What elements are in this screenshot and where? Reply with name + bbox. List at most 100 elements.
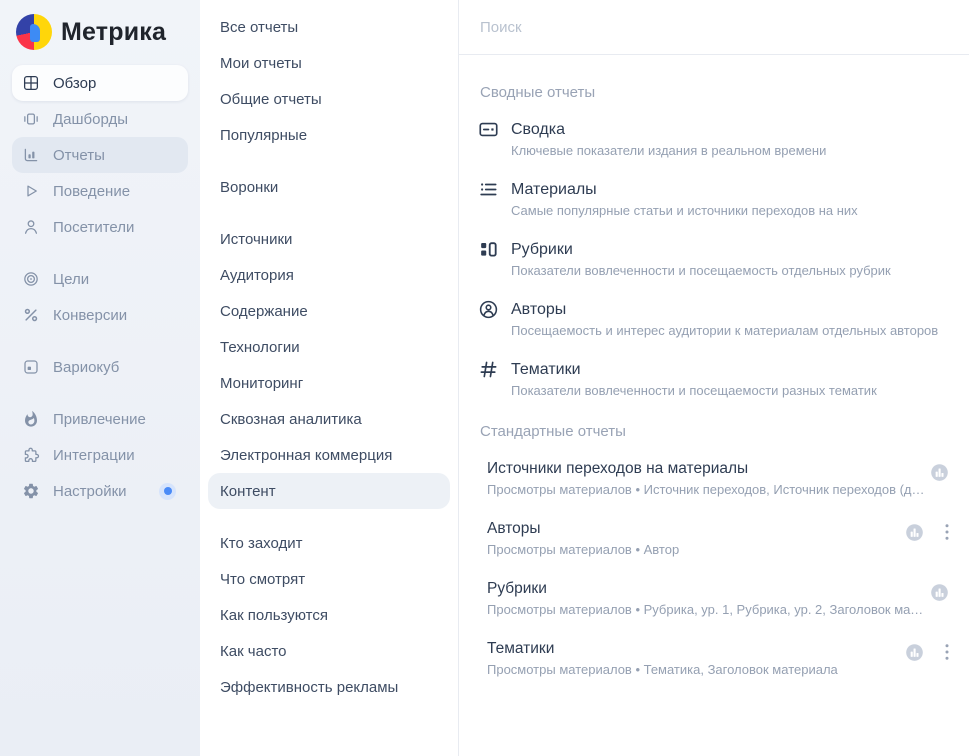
sidebar-item-label: Цели bbox=[53, 271, 89, 288]
kebab-menu-icon[interactable] bbox=[935, 640, 959, 664]
category-item-label: Мониторинг bbox=[220, 375, 303, 392]
sidebar-item-label: Обзор bbox=[53, 75, 96, 92]
blocks-icon bbox=[478, 239, 502, 263]
category-item-label: Контент bbox=[220, 483, 276, 500]
report-title: Авторы bbox=[511, 300, 938, 320]
report-description: Просмотры материалов • Автор bbox=[487, 541, 679, 558]
category-item-funnels[interactable]: Воронки bbox=[208, 169, 450, 205]
report-description: Показатели вовлеченности и посещаемости … bbox=[511, 382, 877, 399]
report-chart-icon[interactable] bbox=[927, 580, 951, 604]
category-item-my-reports[interactable]: Мои отчеты bbox=[208, 45, 450, 81]
person-icon bbox=[21, 218, 40, 237]
sidebar-item-integrations[interactable]: Интеграции bbox=[12, 437, 188, 473]
report-chart-icon[interactable] bbox=[902, 520, 926, 544]
logo[interactable]: Метрика bbox=[0, 12, 200, 52]
search-input[interactable] bbox=[459, 19, 969, 36]
section-list: Сводка Ключевые показатели издания в реа… bbox=[459, 120, 969, 399]
report-description: Самые популярные статьи и источники пере… bbox=[511, 202, 858, 219]
report-sections: Сводные отчеты Сводка Ключевые показател… bbox=[459, 84, 969, 678]
category-item-monitoring[interactable]: Мониторинг bbox=[208, 365, 450, 401]
grid-icon bbox=[21, 74, 40, 93]
category-item-ad-effectiveness[interactable]: Эффективность рекламы bbox=[208, 669, 450, 705]
category-item-label: Содержание bbox=[220, 303, 308, 320]
summary-report-materials[interactable]: Материалы Самые популярные статьи и исто… bbox=[478, 180, 957, 219]
report-title: Тематики bbox=[511, 360, 877, 380]
sidebar-item-visitors[interactable]: Посетители bbox=[12, 209, 188, 245]
standard-report-material-traffic-sources[interactable]: Источники переходов на материалы Просмот… bbox=[487, 459, 963, 498]
category-item-content[interactable]: Контент bbox=[208, 473, 450, 509]
summary-report-rubrics[interactable]: Рубрики Показатели вовлеченности и посещ… bbox=[478, 240, 957, 279]
sidebar-item-label: Настройки bbox=[53, 483, 127, 500]
category-item-who-visits[interactable]: Кто заходит bbox=[208, 525, 450, 561]
sidebar-item-behavior[interactable]: Поведение bbox=[12, 173, 188, 209]
category-item-popular[interactable]: Популярные bbox=[208, 117, 450, 153]
row-actions bbox=[927, 460, 969, 484]
report-title: Материалы bbox=[511, 180, 858, 200]
sidebar-item-goals[interactable]: Цели bbox=[12, 261, 188, 297]
report-description: Просмотры материалов • Рубрика, ур. 1, Р… bbox=[487, 601, 927, 618]
category-item-label: Кто заходит bbox=[220, 535, 303, 552]
sidebar-item-variocube[interactable]: Вариокуб bbox=[12, 349, 188, 385]
bar-chart-icon bbox=[21, 146, 40, 165]
gear-icon bbox=[21, 482, 40, 501]
category-item-contents[interactable]: Содержание bbox=[208, 293, 450, 329]
summary-report-authors[interactable]: Авторы Посещаемость и интерес аудитории … bbox=[478, 300, 957, 339]
kebab-menu-icon[interactable] bbox=[960, 580, 969, 604]
reports-panel: Сводные отчеты Сводка Ключевые показател… bbox=[459, 0, 969, 756]
percent-icon bbox=[21, 306, 40, 325]
sidebar-item-label: Вариокуб bbox=[53, 359, 119, 376]
summary-report-summary[interactable]: Сводка Ключевые показатели издания в реа… bbox=[478, 120, 957, 159]
category-item-cross-analytics[interactable]: Сквозная аналитика bbox=[208, 401, 450, 437]
category-item-label: Как пользуются bbox=[220, 607, 328, 624]
category-item-what-they-view[interactable]: Что смотрят bbox=[208, 561, 450, 597]
category-item-label: Эффективность рекламы bbox=[220, 679, 398, 696]
sidebar-item-conversions[interactable]: Конверсии bbox=[12, 297, 188, 333]
metrika-logo-icon bbox=[16, 14, 52, 50]
category-item-label: Мои отчеты bbox=[220, 55, 302, 72]
category-item-technologies[interactable]: Технологии bbox=[208, 329, 450, 365]
sidebar-item-dashboards[interactable]: Дашборды bbox=[12, 101, 188, 137]
kebab-menu-icon[interactable] bbox=[960, 460, 969, 484]
category-item-label: Электронная коммерция bbox=[220, 447, 392, 464]
sidebar: Метрика Обзор Дашборды Отчеты Поведение … bbox=[0, 0, 200, 756]
sidebar-item-settings[interactable]: Настройки bbox=[12, 473, 188, 509]
sidebar-item-acquisition[interactable]: Привлечение bbox=[12, 401, 188, 437]
standard-report-topics[interactable]: Тематики Просмотры материалов • Тематика… bbox=[487, 639, 963, 678]
category-item-all-reports[interactable]: Все отчеты bbox=[208, 9, 450, 45]
report-chart-icon[interactable] bbox=[927, 460, 951, 484]
standard-report-rubrics[interactable]: Рубрики Просмотры материалов • Рубрика, … bbox=[487, 579, 963, 618]
play-icon bbox=[21, 182, 40, 201]
summary-report-topics[interactable]: Тематики Показатели вовлеченности и посе… bbox=[478, 360, 957, 399]
category-item-sources[interactable]: Источники bbox=[208, 221, 450, 257]
category-item-ecommerce[interactable]: Электронная коммерция bbox=[208, 437, 450, 473]
list-icon bbox=[478, 179, 502, 203]
hash-icon bbox=[478, 359, 502, 383]
report-section: Сводные отчеты Сводка Ключевые показател… bbox=[459, 84, 969, 399]
row-actions bbox=[927, 580, 969, 604]
category-item-how-they-use[interactable]: Как пользуются bbox=[208, 597, 450, 633]
sidebar-item-overview[interactable]: Обзор bbox=[12, 65, 188, 101]
categories-nav: Все отчеты Мои отчеты Общие отчеты Попул… bbox=[200, 0, 459, 756]
report-chart-icon[interactable] bbox=[902, 640, 926, 664]
sidebar-item-label: Конверсии bbox=[53, 307, 127, 324]
sidebar-item-label: Дашборды bbox=[53, 111, 128, 128]
sidebar-item-label: Отчеты bbox=[53, 147, 105, 164]
category-item-audience[interactable]: Аудитория bbox=[208, 257, 450, 293]
author-circle-icon bbox=[478, 299, 502, 323]
category-item-label: Все отчеты bbox=[220, 19, 298, 36]
standard-report-authors[interactable]: Авторы Просмотры материалов • Автор bbox=[487, 519, 963, 558]
target-icon bbox=[21, 270, 40, 289]
summary-card-icon bbox=[478, 119, 502, 143]
dashboards-icon bbox=[21, 110, 40, 129]
category-item-label: Как часто bbox=[220, 643, 287, 660]
metrika-app: Метрика Обзор Дашборды Отчеты Поведение … bbox=[0, 0, 969, 756]
sidebar-item-reports[interactable]: Отчеты bbox=[12, 137, 188, 173]
kebab-menu-icon[interactable] bbox=[935, 520, 959, 544]
category-item-label: Общие отчеты bbox=[220, 91, 322, 108]
category-item-common-reports[interactable]: Общие отчеты bbox=[208, 81, 450, 117]
row-actions bbox=[902, 640, 963, 664]
puzzle-icon bbox=[21, 446, 40, 465]
category-item-how-often[interactable]: Как часто bbox=[208, 633, 450, 669]
search-bar bbox=[459, 0, 969, 55]
report-description: Посещаемость и интерес аудитории к матер… bbox=[511, 322, 938, 339]
